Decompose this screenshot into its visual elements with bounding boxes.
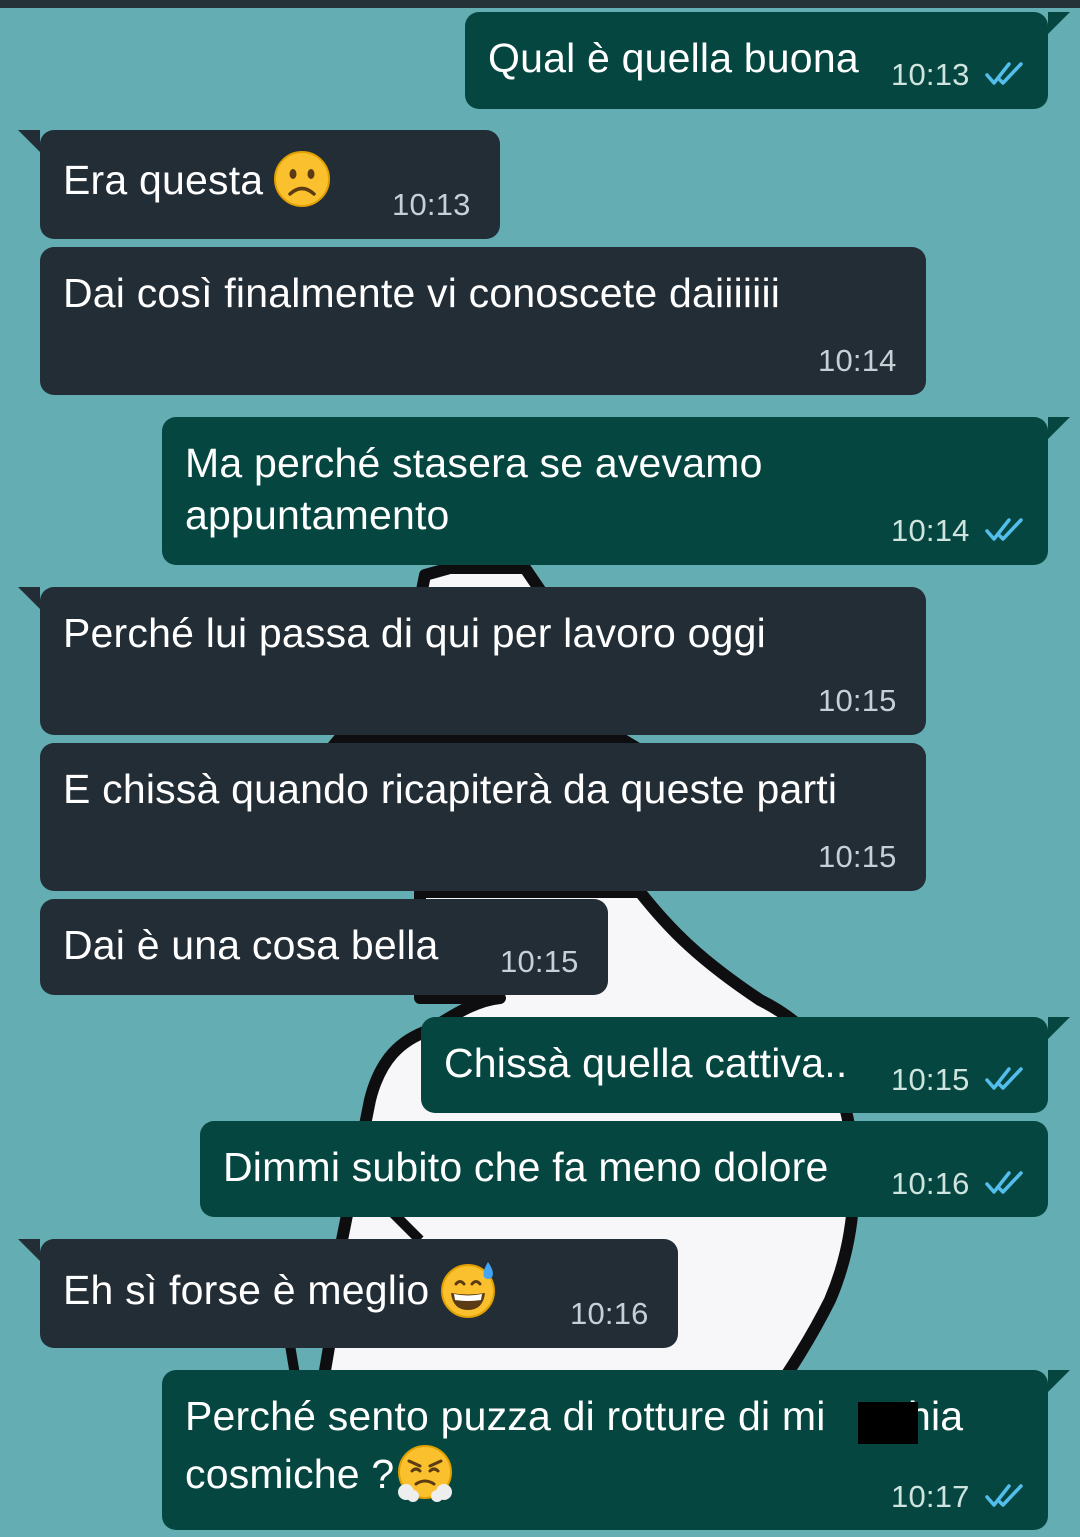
grinning-sweat-emoji (439, 1260, 497, 1319)
message-text: E chissà quando ricapiterà da queste par… (63, 766, 838, 812)
message-line: cosmiche ? (185, 1451, 395, 1497)
message-line-with-emoji: cosmiche ? (185, 1445, 454, 1506)
message-outgoing[interactable]: Qual è quella buona 10:13 (465, 12, 1070, 109)
read-double-tick-icon (985, 62, 1023, 85)
message-text-with-emoji: Era questa (63, 151, 331, 212)
message-text: Qual è quella buona (488, 35, 859, 81)
message-text: Eh sì forse è meglio (63, 1267, 430, 1313)
message-line: appuntamento (185, 492, 450, 538)
message-line: Ma perché stasera se avevamo (185, 440, 763, 486)
message-text-with-emoji: Eh sì forse è meglio (63, 1262, 497, 1322)
message-incoming[interactable]: Dai è una cosa bella 10:15 (40, 899, 608, 995)
message-time: 10:14 (891, 513, 970, 548)
message-incoming[interactable]: Eh sì forse è meglio 10:16 (18, 1239, 678, 1348)
message-incoming[interactable]: Dai così finalmente vi conoscete daiiiii… (40, 247, 926, 395)
message-incoming[interactable]: Era questa 10:13 (18, 130, 500, 239)
censor-block (858, 1402, 918, 1444)
message-time: 10:16 (891, 1166, 970, 1201)
read-double-tick-icon (985, 1067, 1023, 1090)
message-outgoing[interactable]: Perché sento puzza di rotture di mi hia … (162, 1370, 1070, 1530)
message-text: Chissà quella cattiva.. (444, 1040, 848, 1086)
message-outgoing[interactable]: Dimmi subito che fa meno dolore 10:16 (200, 1121, 1048, 1217)
top-status-strip (0, 0, 1080, 8)
message-incoming[interactable]: E chissà quando ricapiterà da queste par… (40, 743, 926, 891)
message-line: Perché sento puzza di rotture di mi hia (185, 1393, 964, 1439)
read-double-tick-icon (985, 1171, 1023, 1194)
message-time: 10:15 (891, 1062, 970, 1097)
message-text: Era questa (63, 157, 264, 203)
message-text: Dimmi subito che fa meno dolore (223, 1144, 829, 1190)
message-text: Dai così finalmente vi conoscete daiiiii… (63, 270, 781, 316)
message-time: 10:15 (818, 839, 897, 874)
message-time: 10:13 (392, 187, 471, 222)
message-time: 10:17 (891, 1479, 970, 1514)
message-time: 10:16 (570, 1296, 649, 1331)
message-text: Dai è una cosa bella (63, 922, 439, 968)
message-time: 10:14 (818, 343, 897, 378)
read-double-tick-icon (985, 1484, 1023, 1507)
message-outgoing[interactable]: Ma perché stasera se avevamo appuntament… (162, 417, 1070, 565)
message-time: 10:15 (818, 683, 897, 718)
message-time: 10:15 (500, 944, 579, 979)
message-text: Perché lui passa di qui per lavoro oggi (63, 610, 766, 656)
message-time: 10:13 (891, 57, 970, 92)
steam-from-nose-emoji (396, 1444, 454, 1503)
read-double-tick-icon (985, 518, 1023, 541)
message-incoming[interactable]: Perché lui passa di qui per lavoro oggi … (18, 587, 926, 735)
frowning-face-emoji (273, 150, 331, 208)
message-outgoing[interactable]: Chissà quella cattiva.. 10:15 (421, 1017, 1070, 1113)
